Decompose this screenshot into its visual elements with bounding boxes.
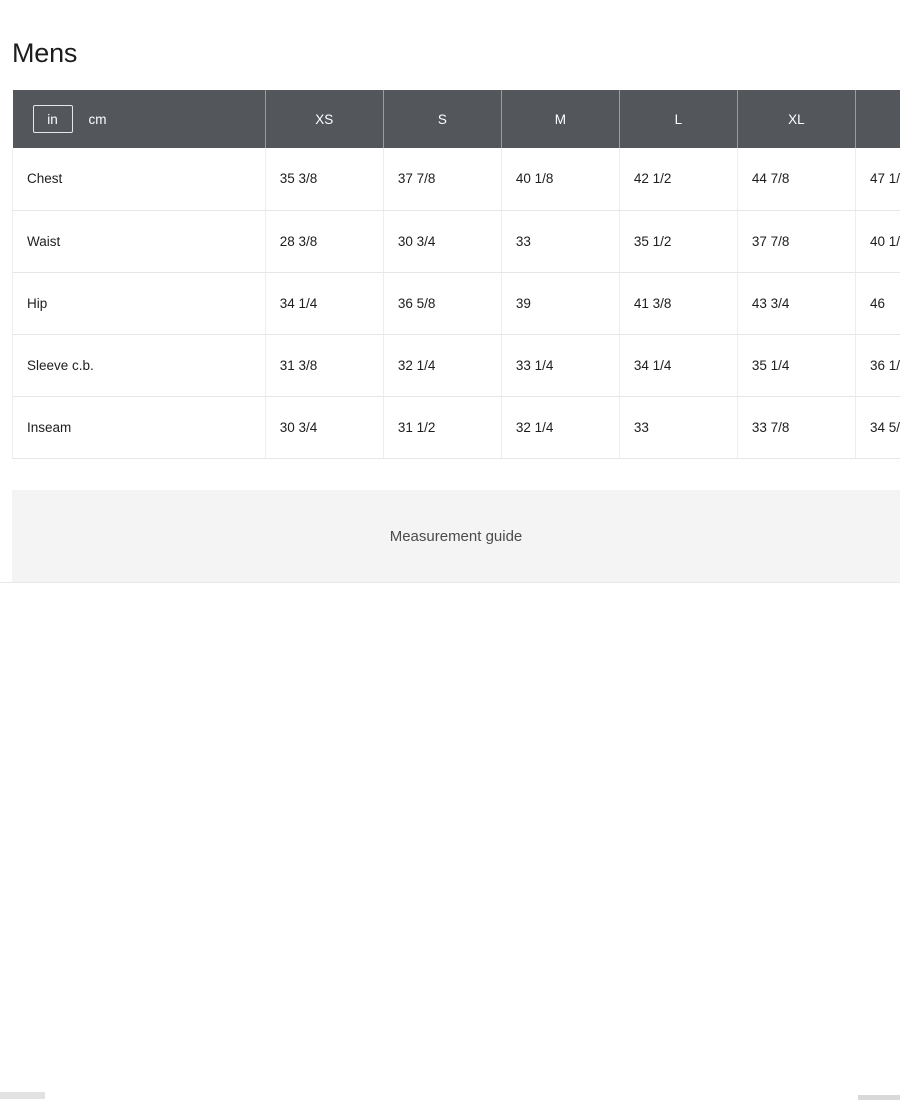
measurement-label-chest: Chest: [13, 148, 266, 210]
size-table-header: in cm XS S M L XL 2XL: [13, 90, 900, 148]
unit-toggle[interactable]: in cm: [33, 105, 265, 133]
cell-sleeve-2xl: 36 1/8: [855, 334, 900, 396]
cell-hip-xl: 43 3/4: [737, 272, 855, 334]
cell-inseam-xs: 30 3/4: [265, 396, 383, 458]
cell-waist-xs: 28 3/8: [265, 210, 383, 272]
cell-sleeve-l: 34 1/4: [619, 334, 737, 396]
unit-toggle-cell: in cm: [13, 90, 266, 148]
cell-hip-l: 41 3/8: [619, 272, 737, 334]
cell-sleeve-s: 32 1/4: [383, 334, 501, 396]
table-row: Chest 35 3/8 37 7/8 40 1/8 42 1/2 44 7/8…: [13, 148, 900, 210]
size-chart-page: Mens in cm XS S M: [0, 0, 900, 1100]
cell-hip-2xl: 46: [855, 272, 900, 334]
cell-waist-2xl: 40 1/4: [855, 210, 900, 272]
unit-toggle-centimeters[interactable]: cm: [77, 105, 119, 133]
cell-waist-m: 33: [501, 210, 619, 272]
cell-hip-s: 36 5/8: [383, 272, 501, 334]
cell-chest-2xl: 47 1/4: [855, 148, 900, 210]
cell-inseam-l: 33: [619, 396, 737, 458]
size-table: in cm XS S M L XL 2XL Chest 35 3/8 37 7/: [12, 90, 900, 459]
size-header-l: L: [619, 90, 737, 148]
measurement-label-hip: Hip: [13, 272, 266, 334]
size-header-xl: XL: [737, 90, 855, 148]
footer-stub-left: [0, 1092, 45, 1099]
measurement-guide-label: Measurement guide: [390, 528, 523, 545]
cell-waist-l: 35 1/2: [619, 210, 737, 272]
cell-chest-m: 40 1/8: [501, 148, 619, 210]
table-row: Sleeve c.b. 31 3/8 32 1/4 33 1/4 34 1/4 …: [13, 334, 900, 396]
cell-inseam-s: 31 1/2: [383, 396, 501, 458]
cell-chest-s: 37 7/8: [383, 148, 501, 210]
cell-hip-m: 39: [501, 272, 619, 334]
cell-sleeve-xl: 35 1/4: [737, 334, 855, 396]
size-table-body: Chest 35 3/8 37 7/8 40 1/8 42 1/2 44 7/8…: [13, 148, 900, 458]
footer-stub-right: [858, 1095, 900, 1100]
cell-sleeve-m: 33 1/4: [501, 334, 619, 396]
size-table-scroll-container[interactable]: in cm XS S M L XL 2XL Chest 35 3/8 37 7/: [12, 90, 900, 459]
cell-chest-xl: 44 7/8: [737, 148, 855, 210]
cell-inseam-xl: 33 7/8: [737, 396, 855, 458]
table-row: Waist 28 3/8 30 3/4 33 35 1/2 37 7/8 40 …: [13, 210, 900, 272]
cell-inseam-2xl: 34 5/8: [855, 396, 900, 458]
table-row: Inseam 30 3/4 31 1/2 32 1/4 33 33 7/8 34…: [13, 396, 900, 458]
measurement-label-waist: Waist: [13, 210, 266, 272]
cell-chest-l: 42 1/2: [619, 148, 737, 210]
header-row: in cm XS S M L XL 2XL: [13, 90, 900, 148]
measurement-label-inseam: Inseam: [13, 396, 266, 458]
cell-hip-xs: 34 1/4: [265, 272, 383, 334]
size-header-xs: XS: [265, 90, 383, 148]
cell-waist-xl: 37 7/8: [737, 210, 855, 272]
measurement-label-sleeve-cb: Sleeve c.b.: [13, 334, 266, 396]
cell-sleeve-xs: 31 3/8: [265, 334, 383, 396]
cell-inseam-m: 32 1/4: [501, 396, 619, 458]
cell-chest-xs: 35 3/8: [265, 148, 383, 210]
measurement-guide-button[interactable]: Measurement guide: [12, 490, 900, 582]
section-divider: [0, 582, 900, 583]
size-header-2xl: 2XL: [855, 90, 900, 148]
page-title: Mens: [12, 33, 77, 73]
size-header-s: S: [383, 90, 501, 148]
size-header-m: M: [501, 90, 619, 148]
table-row: Hip 34 1/4 36 5/8 39 41 3/8 43 3/4 46: [13, 272, 900, 334]
unit-toggle-inches[interactable]: in: [33, 105, 73, 133]
cell-waist-s: 30 3/4: [383, 210, 501, 272]
